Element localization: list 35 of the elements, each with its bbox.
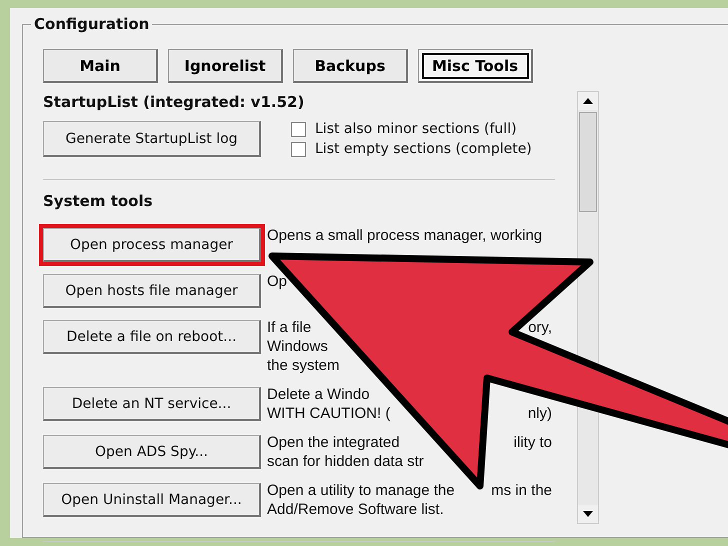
scroll-down-icon[interactable]	[578, 505, 598, 523]
checkbox[interactable]	[291, 142, 306, 156]
tab[interactable]: Ignorelist	[168, 49, 283, 83]
section-heading: System tools	[43, 191, 154, 212]
description-text: scan for hidden data str	[267, 452, 424, 471]
description-text: If a file	[267, 318, 312, 337]
description-text: ility to	[514, 433, 552, 452]
group-title: Configuration	[31, 15, 152, 33]
scrollbar-thumb[interactable]	[579, 112, 597, 212]
description-text: Open a utility to manage the	[267, 481, 455, 500]
checkbox-label: List also minor sections (full)	[315, 121, 517, 137]
tool-button[interactable]: Delete an NT service...	[43, 387, 261, 421]
section-heading: StartupList (integrated: v1.52)	[43, 92, 306, 113]
description-text: the system	[267, 356, 340, 375]
description-text: Open the integrated	[267, 433, 400, 452]
tool-button[interactable]: Open ADS Spy...	[43, 435, 261, 469]
description-text: ms in the	[491, 481, 552, 500]
tool-button[interactable]: Open hosts file manager	[43, 274, 261, 308]
tab[interactable]: Main	[43, 49, 158, 83]
description-text: Delete a Windo	[267, 385, 370, 404]
description-text: Add/Remove Software list.	[267, 500, 444, 519]
tab[interactable]: Backups	[293, 49, 408, 83]
checkbox[interactable]	[291, 122, 306, 136]
description-text: Opens a small process manager, working	[267, 226, 542, 245]
description-text: ory,	[528, 318, 552, 337]
tool-button[interactable]: Open Uninstall Manager...	[43, 483, 261, 517]
checkbox-label: List empty sections (complete)	[315, 141, 532, 157]
description-text: Windows	[267, 337, 328, 356]
tab[interactable]: Misc Tools	[418, 49, 533, 83]
tool-button[interactable]: Delete a file on reboot...	[43, 320, 261, 354]
generate-log-button[interactable]: Generate StartupList log	[43, 121, 261, 157]
description-text: WITH CAUTION! (	[267, 404, 390, 423]
description-text: nly)	[528, 404, 552, 423]
description-text: Op	[267, 272, 288, 291]
scroll-up-icon[interactable]	[578, 92, 598, 110]
